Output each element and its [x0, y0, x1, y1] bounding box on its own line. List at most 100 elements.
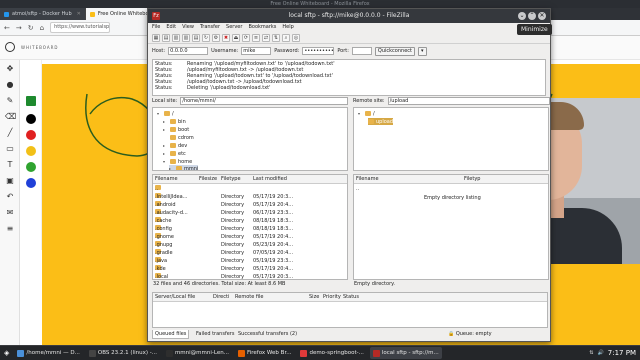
- local-path-input[interactable]: /home/mmni/: [180, 97, 349, 105]
- home-icon[interactable]: ⌂: [40, 24, 44, 32]
- column-priority[interactable]: Priority: [323, 293, 341, 302]
- sync-browse-icon[interactable]: ⇅: [272, 33, 280, 42]
- disconnect-icon[interactable]: ⏏: [232, 33, 240, 42]
- browser-tab-dockerhub[interactable]: atmoi/sftp - Docker Hub ✕: [0, 8, 86, 20]
- remote-tree-upload[interactable]: upload: [368, 118, 394, 125]
- color-blue[interactable]: [26, 178, 36, 188]
- process-queue-icon[interactable]: ⚙: [212, 33, 220, 42]
- app-menu-icon[interactable]: ◈: [2, 349, 11, 357]
- back-arrow-icon[interactable]: ←: [4, 24, 10, 32]
- tree-item-cdrom[interactable]: cdrom: [163, 134, 194, 141]
- table-row[interactable]: .audacity-d... Directory 06/17/19 23:3...: [153, 209, 347, 217]
- remote-path-input[interactable]: /upload: [387, 97, 550, 105]
- cancel-icon[interactable]: ✖: [222, 33, 230, 42]
- tree-item-bin[interactable]: ▸ bin: [163, 118, 186, 125]
- column-size[interactable]: Size: [309, 293, 319, 302]
- toggle-log-icon[interactable]: ▤: [162, 33, 170, 42]
- current-color-swatch[interactable]: [26, 96, 36, 106]
- tab-queued-files[interactable]: Queued files: [152, 330, 190, 339]
- taskbar-item[interactable]: /home/mmni — D...: [14, 347, 83, 359]
- reconnect-icon[interactable]: ⟳: [242, 33, 250, 42]
- undo-tool-icon[interactable]: ↶: [5, 192, 15, 202]
- binoculars-icon[interactable]: ◎: [292, 33, 300, 42]
- host-input[interactable]: 0.0.0.0: [168, 47, 209, 55]
- refresh-icon[interactable]: ↻: [202, 33, 210, 42]
- column-local-file[interactable]: Server/Local file: [155, 293, 195, 302]
- clock[interactable]: 7:17 PM: [608, 349, 636, 357]
- remote-tree-root[interactable]: ▾ /: [358, 110, 375, 117]
- volume-icon[interactable]: 🔊: [598, 350, 604, 356]
- maximize-icon[interactable]: ⌃: [528, 12, 536, 20]
- search-icon[interactable]: ⌕: [282, 33, 290, 42]
- close-icon[interactable]: ✕: [77, 11, 81, 17]
- table-row[interactable]: ..: [153, 185, 347, 193]
- color-green[interactable]: [26, 162, 36, 172]
- image-tool-icon[interactable]: ▣: [5, 176, 15, 186]
- menu-file[interactable]: File: [152, 23, 160, 32]
- column-filetype[interactable]: Filetype: [221, 175, 241, 184]
- minimize-icon[interactable]: ⌄: [518, 12, 526, 20]
- table-row[interactable]: .config Directory 08/18/19 18:3...: [153, 225, 347, 233]
- tree-item-mmni[interactable]: ▸ mmni: [169, 165, 199, 170]
- column-remote-file[interactable]: Remote file: [235, 293, 264, 302]
- tab-successful-transfers[interactable]: Successful transfers (2): [236, 330, 299, 339]
- column-status[interactable]: Status: [343, 293, 359, 302]
- column-filename[interactable]: Filename: [155, 175, 178, 184]
- column-direction[interactable]: Directi: [213, 293, 229, 302]
- password-input[interactable]: ••••••••••: [302, 47, 335, 55]
- quickconnect-dropdown[interactable]: ▾: [418, 46, 427, 56]
- dot-tool-icon[interactable]: ●: [5, 80, 15, 90]
- text-tool-icon[interactable]: T: [5, 160, 15, 170]
- column-last-modified[interactable]: Last modified: [253, 175, 287, 184]
- site-manager-icon[interactable]: ▦: [152, 33, 160, 42]
- table-row[interactable]: .cache Directory 08/18/19 18:3...: [153, 217, 347, 225]
- toggle-queue-icon[interactable]: ▤: [192, 33, 200, 42]
- close-icon[interactable]: ✕: [538, 12, 546, 20]
- table-row[interactable]: .gnome Directory 05/17/19 20:4...: [153, 233, 347, 241]
- quickconnect-button[interactable]: Quickconnect: [374, 46, 415, 56]
- menu-tool-icon[interactable]: ≡: [5, 224, 15, 234]
- table-row[interactable]: .gnupg Directory 05/23/19 20:4...: [153, 241, 347, 249]
- taskbar-item[interactable]: Firefox Web Br...: [235, 347, 294, 359]
- table-row[interactable]: ..: [354, 185, 548, 193]
- color-yellow[interactable]: [26, 146, 36, 156]
- table-row[interactable]: .android Directory 05/17/19 20:4...: [153, 201, 347, 209]
- table-row[interactable]: .java Directory 05/19/19 23:3...: [153, 257, 347, 265]
- rect-tool-icon[interactable]: ▭: [5, 144, 15, 154]
- taskbar-item[interactable]: local sftp - sftp://m...: [369, 347, 442, 359]
- filter-icon[interactable]: ≡: [252, 33, 260, 42]
- eraser-tool-icon[interactable]: ⌫: [5, 112, 16, 122]
- color-red[interactable]: [26, 130, 36, 140]
- table-row[interactable]: .local Directory 05/17/19 20:3...: [153, 273, 347, 279]
- table-row[interactable]: .gradle Directory 07/05/19 20:4...: [153, 249, 347, 257]
- forward-arrow-icon[interactable]: →: [16, 24, 22, 32]
- taskbar-item[interactable]: demo-springboot-...: [297, 347, 366, 359]
- tree-item-etc[interactable]: ▸ etc: [163, 150, 186, 157]
- table-row[interactable]: .kde Directory 05/17/19 20:4...: [153, 265, 347, 273]
- menu-edit[interactable]: Edit: [166, 23, 176, 32]
- column-filesize[interactable]: Filesize: [199, 175, 217, 184]
- url-bar[interactable]: https://www.tutorialspo: [50, 22, 111, 33]
- line-tool-icon[interactable]: ╱: [5, 128, 15, 138]
- menu-view[interactable]: View: [182, 23, 194, 32]
- tab-failed-transfers[interactable]: Failed transfers: [194, 330, 236, 339]
- menu-transfer[interactable]: Transfer: [200, 23, 220, 32]
- column-filetype[interactable]: Filetyp: [464, 175, 480, 184]
- color-black[interactable]: [26, 114, 36, 124]
- compare-icon[interactable]: ⇄: [262, 33, 270, 42]
- toggle-tree-icon[interactable]: ▥: [172, 33, 180, 42]
- network-icon[interactable]: ⇅: [589, 350, 593, 356]
- tree-item-boot[interactable]: ▸ boot: [163, 126, 189, 133]
- reload-icon[interactable]: ↻: [28, 24, 34, 32]
- chat-tool-icon[interactable]: ✉: [5, 208, 15, 218]
- menu-server[interactable]: Server: [226, 23, 242, 32]
- taskbar-item[interactable]: OBS 23.2.1 (linux) -...: [86, 347, 160, 359]
- table-row[interactable]: .IntelliJIdea... Directory 05/17/19 20:3..…: [153, 193, 347, 201]
- taskbar-item[interactable]: mmni@mmni-Len...: [163, 347, 232, 359]
- tree-item-home[interactable]: ▾ home: [163, 158, 192, 165]
- move-tool-icon[interactable]: ✥: [5, 64, 15, 74]
- menu-help[interactable]: Help: [282, 23, 293, 32]
- column-filename[interactable]: Filename: [356, 175, 379, 184]
- pen-tool-icon[interactable]: ✎: [5, 96, 15, 106]
- tree-item-root[interactable]: ▾ /: [157, 110, 174, 117]
